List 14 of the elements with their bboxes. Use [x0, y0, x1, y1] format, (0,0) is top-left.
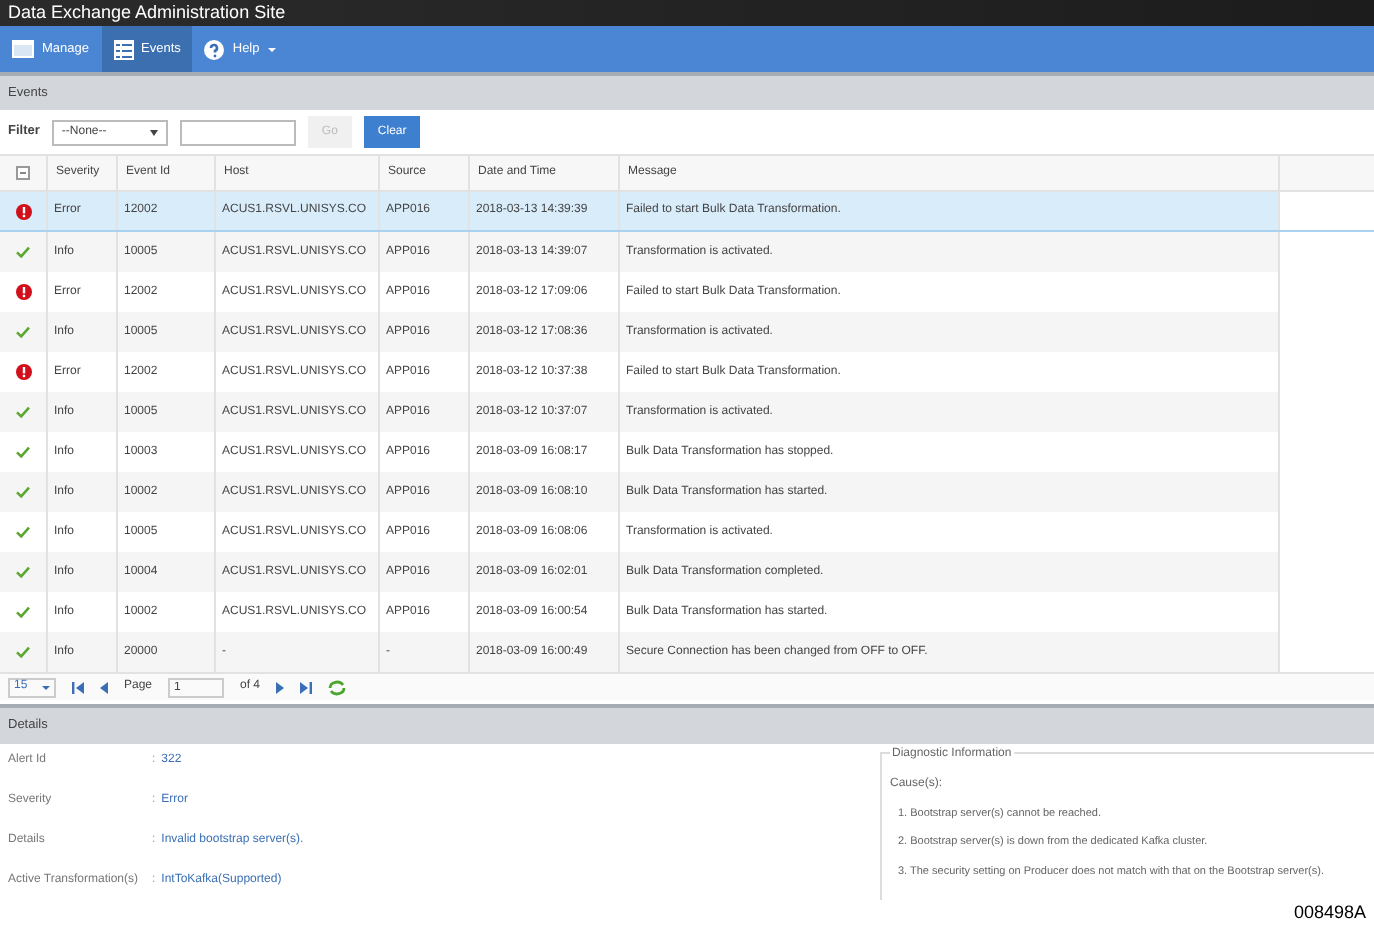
caret-icon — [149, 129, 158, 135]
previous-page-icon[interactable] — [100, 681, 108, 693]
list-icon — [113, 39, 133, 59]
help-icon — [204, 39, 225, 59]
filter-field[interactable] — [179, 119, 296, 145]
first-page-icon[interactable] — [72, 681, 84, 693]
caret-icon — [42, 685, 50, 689]
window-title: Data Exchange Administration Site — [8, 4, 286, 22]
refresh-icon[interactable] — [328, 679, 347, 695]
column-menu-icon[interactable] — [16, 166, 30, 180]
figure-id: 008498A — [1293, 899, 1366, 926]
last-page-icon[interactable] — [300, 681, 313, 693]
next-page-icon[interactable] — [276, 681, 285, 693]
window-icon — [12, 40, 34, 58]
